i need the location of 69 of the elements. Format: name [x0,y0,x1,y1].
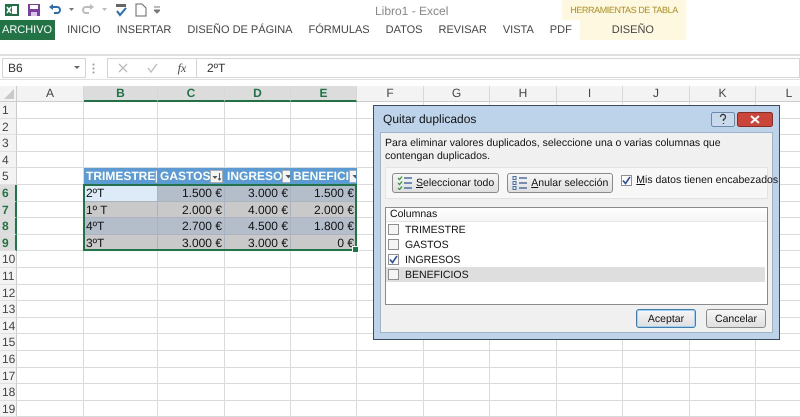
table-cell: 4.500 € [225,218,291,235]
list-item[interactable]: TRIMESTRE [386,222,765,237]
row-header[interactable]: 9 [0,234,17,252]
ok-button[interactable]: Aceptar [636,309,696,328]
column-header[interactable]: K [690,86,756,102]
row-header[interactable]: 19 [0,400,17,417]
context-tab-group-label: HERRAMIENTAS DE TABLA [562,0,686,20]
checkbox-label: Mis datos tienen encabezados [636,174,778,186]
table-cell: 1º T [84,202,158,218]
ribbon-tab[interactable]: INSERTAR [108,20,180,40]
unselect-all-button[interactable]: Anular selección [507,173,614,193]
column-header[interactable]: G [424,86,490,102]
table-cell: 1.800 € [291,218,357,235]
column-header[interactable]: A [17,86,84,102]
ribbon-tab[interactable]: INICIO [59,20,109,40]
row-header[interactable]: 12 [0,284,17,302]
table-header-cell: INGRESO [225,168,291,185]
row-header[interactable]: 5 [0,168,17,185]
ribbon-tab[interactable]: REVISAR [430,20,495,40]
list-item[interactable]: BENEFICIOS [386,267,765,282]
column-header[interactable]: J [623,86,690,102]
ribbon-tab[interactable]: FÓRMULAS [300,20,378,40]
window-title: Libro1 - Excel [375,4,448,18]
row-header[interactable]: 7 [0,202,17,218]
row-header[interactable]: 14 [0,318,17,334]
list-item[interactable]: GASTOS [386,237,765,252]
table-header-cell: BENEFICI [291,168,357,185]
dialog-title: Quitar duplicados [383,112,476,126]
list-item[interactable]: INGRESOS [386,252,765,267]
cancel-button[interactable]: Cancelar [706,309,766,328]
formula-input[interactable]: 2ºT [197,58,800,78]
row-header[interactable]: 18 [0,384,17,401]
file-tab[interactable]: ARCHIVO [0,20,56,40]
row-header[interactable]: 8 [0,218,17,235]
table-cell: 2.000 € [291,202,357,218]
table-header-cell: GASTOS [158,168,225,185]
table-cell: 2.700 € [158,218,225,235]
select-all-button[interactable]: Seleccionar todo [392,173,500,193]
row-header[interactable]: 6 [0,184,17,202]
ribbon-tab[interactable]: DATOS [378,20,431,40]
row-header[interactable]: 15 [0,334,17,351]
row-header[interactable]: 16 [0,350,17,368]
ribbon-tab[interactable]: VISTA [494,20,542,40]
column-header[interactable]: C [158,86,225,102]
column-header[interactable]: L [756,86,800,102]
row-header[interactable]: 17 [0,368,17,384]
list-header: Columnas [386,208,767,222]
column-header[interactable]: B [84,86,158,102]
table-header-cell: TRIMESTRE [84,168,158,185]
ribbon-tab[interactable]: DISEÑO DE PÁGINA [179,20,300,40]
row-header[interactable]: 1 [0,102,17,119]
row-header[interactable]: 2 [0,118,17,136]
column-header[interactable]: F [357,86,424,102]
row-header[interactable]: 4 [0,152,17,168]
column-header[interactable]: E [291,86,357,102]
table-cell: 4.000 € [225,202,291,218]
row-header[interactable]: 11 [0,268,17,285]
column-header[interactable]: H [490,86,557,102]
row-header[interactable]: 13 [0,301,17,318]
insert-function-button[interactable]: fx [178,60,186,76]
name-box[interactable]: B6 [2,58,86,78]
table-cell: 2.000 € [158,202,225,218]
column-header[interactable]: I [557,86,623,102]
dialog-description: Para eliminar valores duplicados, seleccione una o varias columnas que contengan duplicados. [385,137,722,163]
row-header[interactable]: 10 [0,251,17,268]
ribbon-tab[interactable]: PDF [542,20,580,40]
row-header[interactable]: 3 [0,135,17,152]
column-header[interactable]: D [225,86,291,102]
table-cell: 4ºT [84,218,158,235]
